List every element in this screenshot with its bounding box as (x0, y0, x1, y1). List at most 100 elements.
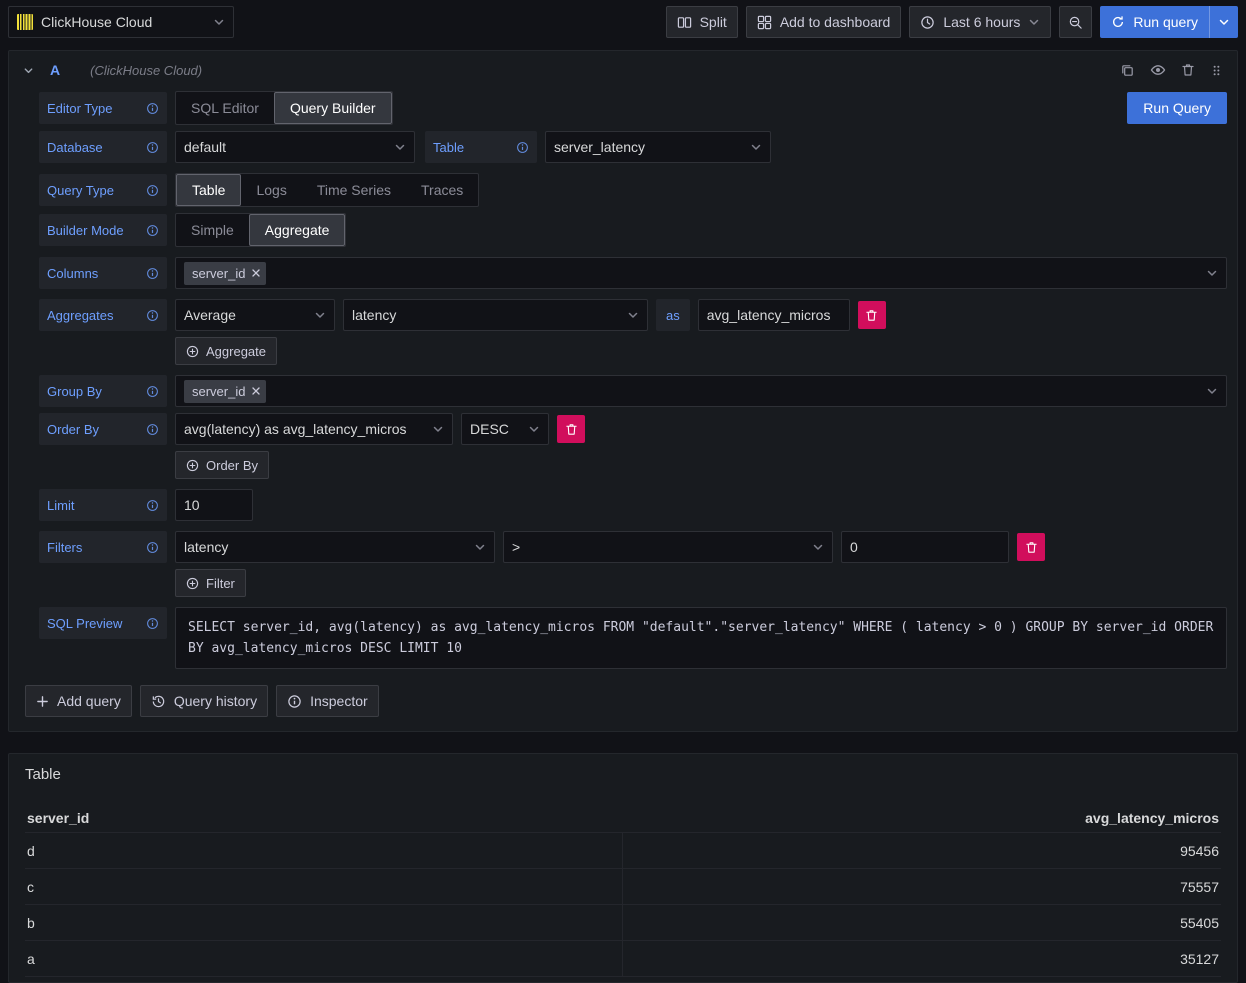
field-label-text: Order By (47, 422, 99, 437)
run-query-label: Run query (1133, 14, 1198, 30)
query-history-button[interactable]: Query history (140, 685, 268, 717)
query-type-option-traces[interactable]: Traces (406, 174, 478, 206)
editor-footer: Add query Query history Inspector (25, 685, 1227, 717)
field-row-add-aggregate: Aggregate (175, 337, 1227, 365)
collapse-query-icon[interactable] (23, 65, 34, 76)
chevron-down-icon (528, 423, 540, 435)
info-circle-icon (287, 694, 302, 709)
query-type-option-logs[interactable]: Logs (241, 174, 301, 206)
info-icon[interactable] (146, 309, 159, 322)
select-value: default (184, 139, 226, 155)
field-row-order-by: Order By avg(latency) as avg_latency_mic… (39, 413, 1227, 445)
query-actions (1120, 62, 1223, 78)
field-label-limit: Limit (39, 489, 167, 521)
info-icon[interactable] (146, 617, 159, 630)
add-aggregate-label: Aggregate (206, 344, 266, 359)
remove-chip-icon[interactable] (252, 269, 260, 277)
info-icon[interactable] (146, 184, 159, 197)
chevron-down-icon (1206, 267, 1218, 279)
remove-chip-icon[interactable] (252, 387, 260, 395)
field-row-group-by: Group By server_id (39, 375, 1227, 407)
remove-filter-button[interactable] (1017, 533, 1045, 561)
database-select[interactable]: default (175, 131, 415, 163)
chip-label: server_id (192, 384, 245, 399)
cell-server-id: c (25, 869, 623, 904)
info-icon[interactable] (146, 499, 159, 512)
run-query-button[interactable]: Run query (1100, 6, 1238, 38)
sql-preview-code: SELECT server_id, avg(latency) as avg_la… (175, 607, 1227, 669)
add-to-dashboard-button[interactable]: Add to dashboard (746, 6, 902, 38)
query-type-option-table[interactable]: Table (176, 174, 241, 206)
time-range-picker[interactable]: Last 6 hours (909, 6, 1051, 38)
remove-aggregate-button[interactable] (858, 301, 886, 329)
query-history-label: Query history (174, 693, 257, 709)
filter-operator-select[interactable]: > (503, 531, 833, 563)
aggregate-function-select[interactable]: Average (175, 299, 335, 331)
info-icon[interactable] (146, 267, 159, 280)
cell-avg-latency: 55405 (623, 905, 1221, 940)
editor-type-radio-group: SQL Editor Query Builder (175, 91, 393, 125)
field-label-text: SQL Preview (47, 616, 122, 631)
limit-input[interactable] (175, 489, 253, 521)
split-label: Split (700, 14, 727, 30)
aggregate-column-select[interactable]: latency (343, 299, 648, 331)
field-label-builder-mode: Builder Mode (39, 214, 167, 246)
field-row-limit: Limit (39, 489, 1227, 521)
add-order-by-button[interactable]: Order By (175, 451, 269, 479)
table-row: d 95456 (25, 833, 1221, 869)
editor-type-option-query-builder[interactable]: Query Builder (274, 92, 392, 124)
field-row-columns: Columns server_id (39, 257, 1227, 289)
select-value: latency (184, 539, 228, 555)
info-icon[interactable] (516, 141, 529, 154)
datasource-picker[interactable]: ClickHouse Cloud (8, 6, 234, 38)
filter-value-input[interactable] (841, 531, 1009, 563)
filter-column-select[interactable]: latency (175, 531, 495, 563)
field-label-database: Database (39, 131, 167, 163)
info-icon[interactable] (146, 541, 159, 554)
query-type-option-time-series[interactable]: Time Series (302, 174, 406, 206)
delete-query-trash-icon[interactable] (1181, 63, 1195, 77)
aggregate-alias-input[interactable] (698, 299, 850, 331)
editor-type-option-sql-editor[interactable]: SQL Editor (176, 92, 274, 124)
field-label-sql-preview: SQL Preview (39, 607, 167, 639)
add-filter-button[interactable]: Filter (175, 569, 246, 597)
add-aggregate-button[interactable]: Aggregate (175, 337, 277, 365)
builder-mode-option-simple[interactable]: Simple (176, 214, 249, 246)
columns-multiselect[interactable]: server_id (175, 257, 1227, 289)
panel-run-query-button[interactable]: Run Query (1127, 92, 1227, 124)
selected-column-chip: server_id (184, 262, 266, 285)
zoom-out-button[interactable] (1059, 6, 1092, 38)
builder-mode-radio-group: Simple Aggregate (175, 213, 346, 247)
info-icon[interactable] (146, 102, 159, 115)
duplicate-query-icon[interactable] (1120, 63, 1135, 78)
info-icon[interactable] (146, 224, 159, 237)
run-query-dropdown-toggle[interactable] (1210, 6, 1238, 38)
plus-circle-icon (186, 345, 199, 358)
column-header-server-id[interactable]: server_id (27, 810, 89, 826)
toggle-visibility-eye-icon[interactable] (1150, 62, 1166, 78)
field-label-table: Table (425, 131, 537, 163)
chevron-down-icon (750, 141, 762, 153)
info-icon[interactable] (146, 141, 159, 154)
remove-order-by-button[interactable] (557, 415, 585, 443)
field-label-text: Limit (47, 498, 74, 513)
table-row: a 35127 (25, 941, 1221, 977)
query-editor-panel: A (ClickHouse Cloud) Editor Type (8, 50, 1238, 732)
add-query-button[interactable]: Add query (25, 685, 132, 717)
chevron-down-icon (1206, 385, 1218, 397)
field-label-text: Columns (47, 266, 98, 281)
field-row-builder-mode: Builder Mode Simple Aggregate (39, 213, 1227, 247)
split-button[interactable]: Split (666, 6, 738, 38)
add-order-by-label: Order By (206, 458, 258, 473)
info-icon[interactable] (146, 423, 159, 436)
group-by-multiselect[interactable]: server_id (175, 375, 1227, 407)
info-icon[interactable] (146, 385, 159, 398)
table-select[interactable]: server_latency (545, 131, 771, 163)
order-by-field-select[interactable]: avg(latency) as avg_latency_micros (175, 413, 453, 445)
order-by-direction-select[interactable]: DESC (461, 413, 549, 445)
drag-handle-icon[interactable] (1210, 64, 1223, 77)
column-header-avg-latency-micros[interactable]: avg_latency_micros (1085, 810, 1219, 826)
cell-avg-latency: 95456 (623, 833, 1221, 868)
inspector-button[interactable]: Inspector (276, 685, 379, 717)
builder-mode-option-aggregate[interactable]: Aggregate (249, 214, 346, 246)
